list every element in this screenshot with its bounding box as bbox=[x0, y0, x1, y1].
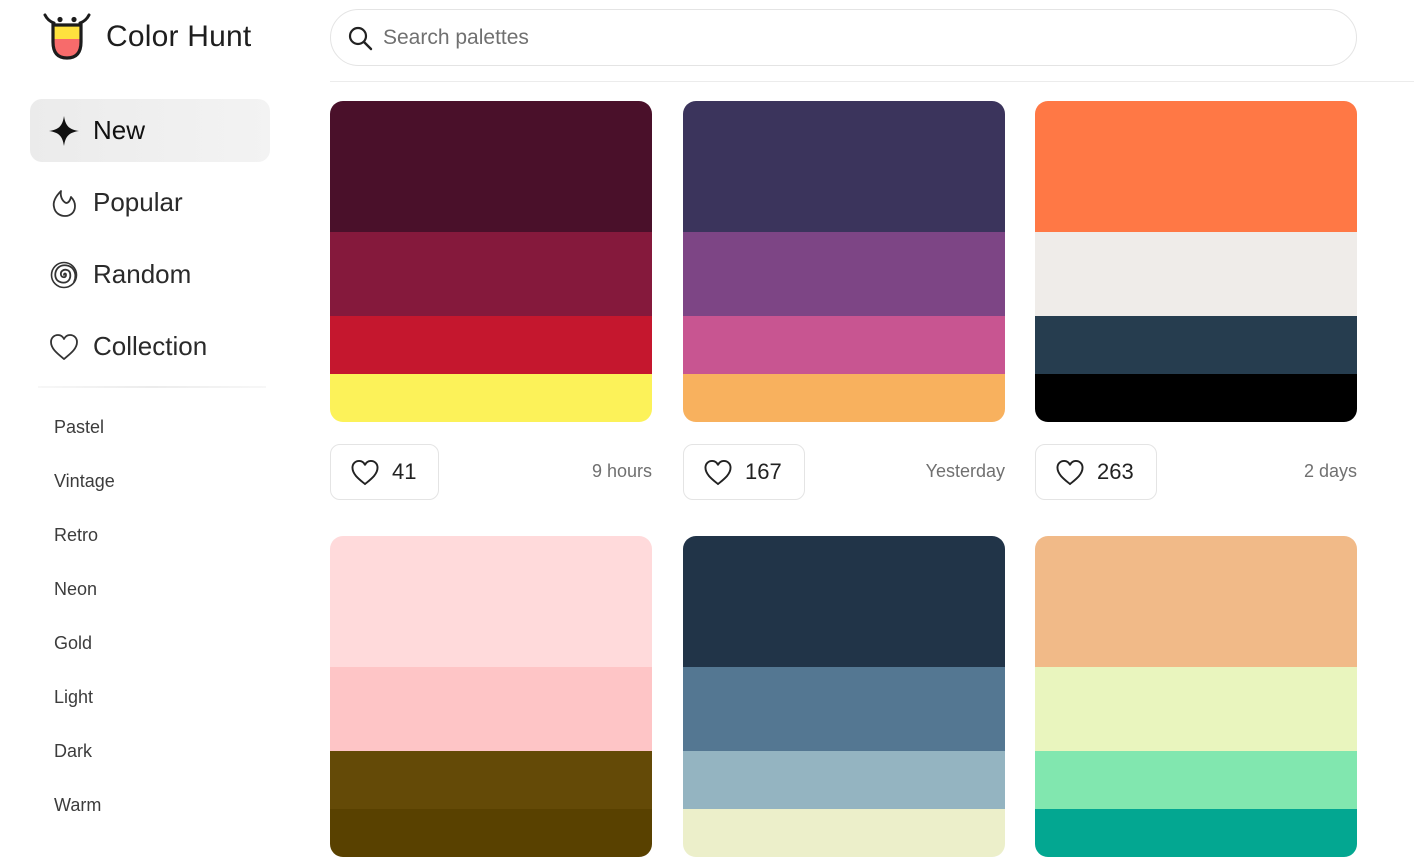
heart-icon bbox=[1056, 459, 1084, 485]
color-band[interactable] bbox=[330, 751, 652, 809]
nav-item-collection[interactable]: Collection bbox=[30, 315, 270, 378]
palette-card bbox=[683, 536, 1005, 857]
color-band[interactable] bbox=[683, 316, 1005, 374]
tag-list: Pastel Vintage Retro Neon Gold Light Dar… bbox=[54, 400, 115, 832]
tag-warm[interactable]: Warm bbox=[54, 778, 115, 832]
nav-item-label: Popular bbox=[93, 187, 183, 217]
heart-icon bbox=[351, 459, 379, 485]
like-count: 167 bbox=[745, 459, 782, 484]
color-band[interactable] bbox=[330, 101, 652, 232]
color-band[interactable] bbox=[1035, 101, 1357, 232]
nav-item-popular[interactable]: Popular bbox=[30, 171, 270, 234]
nav-item-random[interactable]: Random bbox=[30, 243, 270, 306]
nav-item-new[interactable]: New bbox=[30, 99, 270, 162]
palette-meta: 263 2 days bbox=[1035, 444, 1357, 500]
tag-retro[interactable]: Retro bbox=[54, 508, 115, 562]
color-band[interactable] bbox=[1035, 667, 1357, 751]
color-band[interactable] bbox=[683, 232, 1005, 316]
palette-card: 167 Yesterday bbox=[683, 101, 1005, 500]
palette-swatch[interactable] bbox=[683, 536, 1005, 857]
color-band[interactable] bbox=[1035, 374, 1357, 422]
color-band[interactable] bbox=[1035, 232, 1357, 316]
nav-item-label: New bbox=[93, 115, 146, 145]
palette-swatch[interactable] bbox=[330, 101, 652, 422]
nav-item-label: Collection bbox=[93, 331, 208, 361]
like-button[interactable]: 263 bbox=[1035, 444, 1157, 500]
spiral-icon bbox=[48, 259, 80, 291]
color-band[interactable] bbox=[330, 232, 652, 316]
palette-age: 2 days bbox=[1303, 461, 1357, 481]
search-icon bbox=[348, 26, 373, 50]
palette-swatch[interactable] bbox=[330, 536, 652, 857]
color-band[interactable] bbox=[1035, 316, 1357, 374]
sidebar-nav: New Popular Random Collection bbox=[30, 99, 270, 387]
color-band[interactable] bbox=[330, 667, 652, 751]
search-input[interactable] bbox=[383, 25, 1283, 50]
tag-gold[interactable]: Gold bbox=[54, 616, 115, 670]
heart-icon bbox=[48, 331, 80, 363]
like-button[interactable]: 167 bbox=[683, 444, 805, 500]
color-band[interactable] bbox=[683, 374, 1005, 422]
palette-age: Yesterday bbox=[925, 461, 1005, 481]
sidebar-divider bbox=[38, 386, 266, 388]
color-band[interactable] bbox=[330, 809, 652, 857]
sparkle-icon bbox=[48, 115, 80, 147]
flame-icon bbox=[48, 187, 80, 219]
palette-card: 263 2 days bbox=[1035, 101, 1357, 500]
color-band[interactable] bbox=[683, 667, 1005, 751]
color-band[interactable] bbox=[683, 751, 1005, 809]
color-band[interactable] bbox=[1035, 809, 1357, 857]
color-band[interactable] bbox=[330, 536, 652, 667]
palette-swatch[interactable] bbox=[1035, 101, 1357, 422]
color-band[interactable] bbox=[683, 101, 1005, 232]
color-band[interactable] bbox=[683, 536, 1005, 667]
color-band[interactable] bbox=[1035, 536, 1357, 667]
tag-pastel[interactable]: Pastel bbox=[54, 400, 115, 454]
palette-meta: 41 9 hours bbox=[330, 444, 652, 500]
like-count: 41 bbox=[392, 459, 417, 484]
like-count: 263 bbox=[1097, 459, 1134, 484]
tag-neon[interactable]: Neon bbox=[54, 562, 115, 616]
app-name: Color Hunt bbox=[106, 20, 252, 53]
palette-card bbox=[330, 536, 652, 857]
like-button[interactable]: 41 bbox=[330, 444, 440, 500]
search-bar[interactable] bbox=[330, 9, 1357, 66]
color-band[interactable] bbox=[330, 374, 652, 422]
tag-light[interactable]: Light bbox=[54, 670, 115, 724]
palette-meta: 167 Yesterday bbox=[683, 444, 1005, 500]
palette-age: 9 hours bbox=[591, 461, 652, 481]
color-band[interactable] bbox=[683, 809, 1005, 857]
color-band[interactable] bbox=[1035, 751, 1357, 809]
tag-dark[interactable]: Dark bbox=[54, 724, 115, 778]
heart-icon bbox=[704, 459, 732, 485]
palette-swatch[interactable] bbox=[1035, 536, 1357, 857]
color-band[interactable] bbox=[330, 316, 652, 374]
palette-swatch[interactable] bbox=[683, 101, 1005, 422]
header-divider bbox=[330, 81, 1414, 82]
tag-vintage[interactable]: Vintage bbox=[54, 454, 115, 508]
color-hunt-logo-icon bbox=[43, 13, 91, 60]
palette-card bbox=[1035, 536, 1357, 857]
palette-card: 41 9 hours bbox=[330, 101, 652, 500]
logo[interactable]: Color Hunt bbox=[42, 12, 251, 62]
nav-item-label: Random bbox=[93, 259, 192, 289]
